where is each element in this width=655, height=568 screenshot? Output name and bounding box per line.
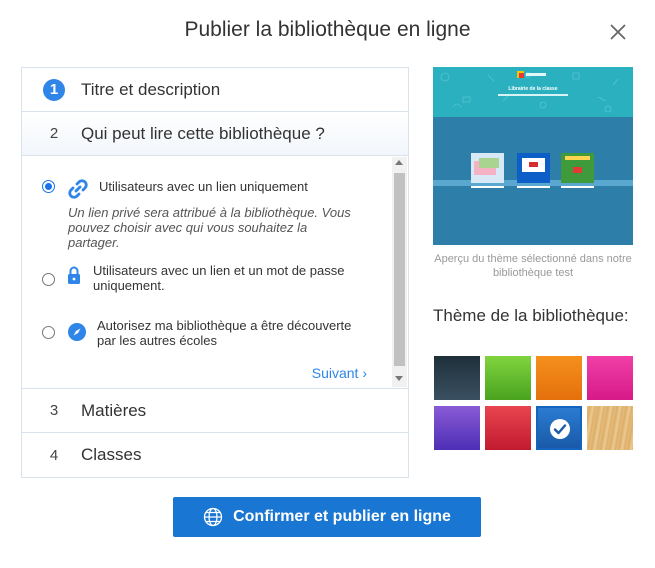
next-link[interactable]: Suivant › <box>312 365 367 381</box>
lock-icon <box>68 266 80 284</box>
preview-book-2 <box>517 153 550 183</box>
option-link-radio[interactable] <box>42 180 55 193</box>
globe-icon <box>203 507 223 527</box>
link-icon <box>68 179 88 199</box>
step-3-label: Matières <box>81 400 147 420</box>
step-3-header[interactable]: 3 Matières <box>22 389 408 433</box>
scroll-up-arrow-icon[interactable] <box>395 160 403 165</box>
steps-accordion: 1 Titre et description 2 Qui peut lire c… <box>21 67 409 478</box>
selected-check-icon <box>550 419 570 439</box>
step-3-number: 3 <box>49 402 59 419</box>
option-password-label: Utilisateurs avec un lien et un mot de p… <box>93 263 345 293</box>
option-password-radio[interactable] <box>42 273 55 286</box>
close-button[interactable] <box>606 20 630 44</box>
option-discover-label: Autorisez ma bibliothèque a être découve… <box>97 318 352 348</box>
confirm-publish-button[interactable]: Confirmer et publier en ligne <box>173 497 481 537</box>
scroll-down-arrow-icon[interactable] <box>395 376 403 381</box>
confirm-publish-label: Confirmer et publier en ligne <box>233 508 451 525</box>
step-4-header[interactable]: 4 Classes <box>22 433 408 477</box>
theme-swatch-dark-slate[interactable] <box>434 356 480 400</box>
option-link-description: Un lien privé sera attribué à la bibliot… <box>68 205 351 250</box>
option-discover-radio[interactable] <box>42 326 55 339</box>
scrollbar[interactable] <box>392 157 407 387</box>
preview-book-2-label <box>517 186 550 190</box>
preview-book-3-label <box>561 186 594 190</box>
step-1-header[interactable]: 1 Titre et description <box>22 68 408 112</box>
step-2-content: Utilisateurs avec un lien uniquement Un … <box>22 156 408 389</box>
theme-swatch-blue[interactable] <box>536 406 582 450</box>
step-1-number: 1 <box>43 78 65 101</box>
theme-swatch-green[interactable] <box>485 356 531 400</box>
preview-logo <box>517 71 547 80</box>
step-4-label: Classes <box>81 445 142 464</box>
close-icon[interactable] <box>606 20 630 44</box>
theme-preview-image: Librairie de la classe <box>433 67 633 245</box>
preview-book-1-label <box>471 186 504 190</box>
preview-caption: Aperçu du thème sélectionné dans notre b… <box>434 253 632 279</box>
preview-title: Librairie de la classe <box>508 86 558 92</box>
theme-swatch-wood[interactable] <box>587 406 633 450</box>
preview-book-3 <box>561 153 594 183</box>
scrollbar-thumb[interactable] <box>394 173 405 366</box>
preview-subtitle <box>433 93 633 98</box>
compass-icon <box>68 323 86 341</box>
theme-swatch-pink[interactable] <box>587 356 633 400</box>
theme-title: Thème de la bibliothèque: <box>433 306 629 325</box>
dialog-title: Publier la bibliothèque en ligne <box>184 18 471 41</box>
preview-book-1 <box>471 153 504 183</box>
theme-swatch-orange[interactable] <box>536 356 582 400</box>
step-4-number: 4 <box>49 446 59 464</box>
step-2-label: Qui peut lire cette bibliothèque ? <box>81 123 325 143</box>
step-1-label: Titre et description <box>81 79 221 99</box>
step-2-header[interactable]: 2 Qui peut lire cette bibliothèque ? <box>22 112 408 156</box>
step-2-number: 2 <box>49 125 59 142</box>
theme-swatch-red[interactable] <box>485 406 531 450</box>
theme-swatch-purple[interactable] <box>434 406 480 450</box>
option-link-label: Utilisateurs avec un lien uniquement <box>99 179 308 194</box>
